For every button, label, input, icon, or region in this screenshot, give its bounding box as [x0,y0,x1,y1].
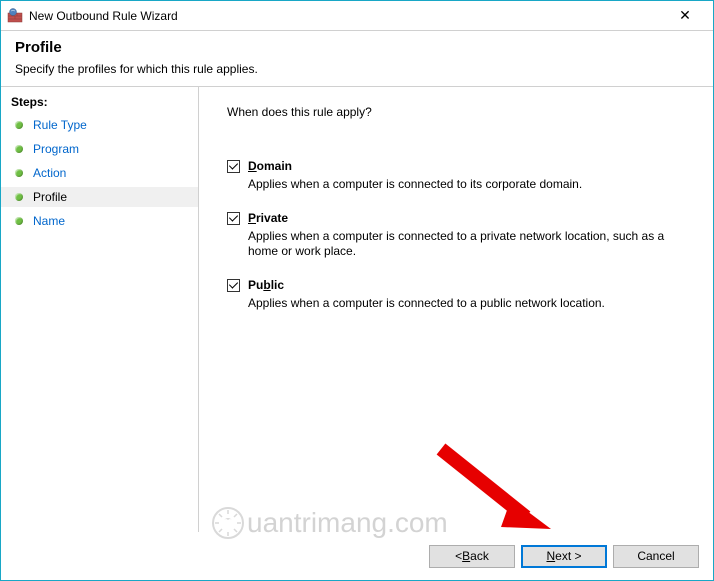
bullet-icon [15,217,23,225]
step-label: Name [33,214,65,228]
step-name[interactable]: Name [1,211,198,231]
content-pane: When does this rule apply? Domain Applie… [199,87,713,532]
step-label: Program [33,142,79,156]
page-subtitle: Specify the profiles for which this rule… [15,62,699,76]
private-desc: Applies when a computer is connected to … [248,229,668,260]
public-desc: Applies when a computer is connected to … [248,296,668,312]
firewall-icon [7,8,23,24]
back-button[interactable]: < Back [429,545,515,568]
private-checkbox[interactable] [227,212,240,225]
step-profile[interactable]: Profile [1,187,198,207]
page-title: Profile [15,39,699,56]
titlebar: New Outbound Rule Wizard ✕ [1,1,713,31]
bullet-icon [15,145,23,153]
question-text: When does this rule apply? [227,105,685,119]
wizard-footer: < Back Next > Cancel [1,532,713,580]
option-domain-row: Domain [227,159,685,173]
step-label: Action [33,166,66,180]
public-label: Public [248,278,284,292]
steps-heading: Steps: [1,91,198,115]
option-public-row: Public [227,278,685,292]
domain-desc: Applies when a computer is connected to … [248,177,668,193]
step-label: Profile [33,190,67,204]
step-action[interactable]: Action [1,163,198,183]
domain-label: Domain [248,159,292,173]
bullet-icon [15,193,23,201]
option-private-row: Private [227,211,685,225]
cancel-button[interactable]: Cancel [613,545,699,568]
bullet-icon [15,169,23,177]
next-button[interactable]: Next > [521,545,607,568]
steps-sidebar: Steps: Rule Type Program Action Profile … [1,87,199,532]
wizard-window: New Outbound Rule Wizard ✕ Profile Speci… [0,0,714,581]
wizard-body: Steps: Rule Type Program Action Profile … [1,87,713,532]
step-program[interactable]: Program [1,139,198,159]
window-title: New Outbound Rule Wizard [29,9,665,23]
wizard-header: Profile Specify the profiles for which t… [1,31,713,87]
step-rule-type[interactable]: Rule Type [1,115,198,135]
bullet-icon [15,121,23,129]
private-label: Private [248,211,288,225]
close-button[interactable]: ✕ [665,2,705,30]
domain-checkbox[interactable] [227,160,240,173]
step-label: Rule Type [33,118,87,132]
public-checkbox[interactable] [227,279,240,292]
